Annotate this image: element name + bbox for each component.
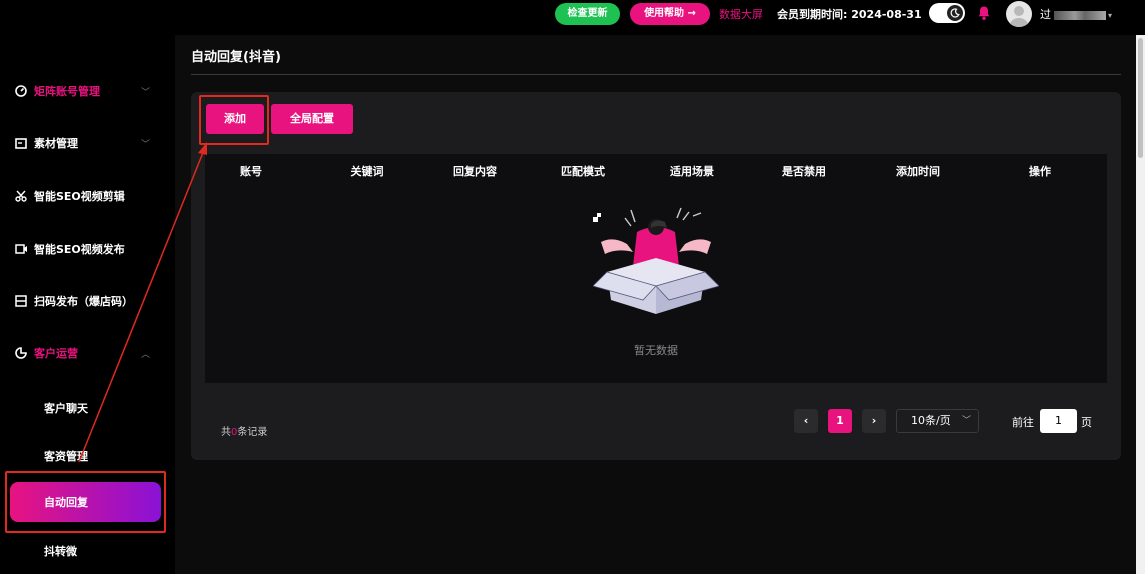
top-bar: 检查更新 使用帮助 → 数据大屏 会员到期时间: 2024-08-31 过 ▾ (0, 0, 1145, 30)
chevron-down-icon: ﹀ (141, 87, 151, 98)
chevron-up-icon: ︿ (141, 349, 151, 360)
folder-icon (14, 136, 28, 150)
global-config-button[interactable]: 全局配置 (271, 104, 353, 134)
total-records: 共0条记录 (221, 423, 267, 438)
sidebar-item-label: 扫码发布（爆店码） (34, 295, 133, 308)
next-page-button[interactable]: › (862, 409, 886, 433)
sidebar-item-label: 智能SEO视频发布 (34, 243, 125, 256)
scissors-icon (14, 189, 28, 203)
sidebar-item-label: 客户运营 (34, 347, 78, 360)
goto-page-input[interactable]: 1 (1040, 409, 1077, 433)
annotation-box-add (199, 95, 269, 145)
empty-box-illustration (593, 207, 719, 314)
theme-toggle[interactable] (929, 3, 965, 23)
empty-state-text: 暂无数据 (634, 344, 678, 357)
data-dashboard-link[interactable]: 数据大屏 (719, 6, 763, 22)
sidebar-item-seo-publish[interactable]: 智能SEO视频发布 (0, 234, 174, 264)
column-header[interactable]: 关键词 (351, 163, 384, 179)
app-root: 检查更新 使用帮助 → 数据大屏 会员到期时间: 2024-08-31 过▾ (0, 0, 1145, 574)
sidebar-item-label: 矩阵账号管理 (34, 85, 100, 98)
sidebar-item-matrix-accounts[interactable]: 矩阵账号管理 ﹀ (0, 76, 174, 106)
scrollbar-thumb[interactable] (1138, 38, 1143, 158)
page-size-select[interactable]: 10条/页 ﹀ (896, 409, 979, 433)
column-header[interactable]: 回复内容 (453, 163, 497, 179)
expiry-label: 会员到期时间: (777, 8, 848, 21)
total-prefix: 共 (221, 427, 231, 438)
column-header[interactable]: 是否禁用 (782, 163, 826, 179)
sidebar-item-label: 素材管理 (34, 137, 78, 150)
total-suffix: 条记录 (237, 427, 268, 438)
auto-reply-card: 添加 全局配置 账号 关键词 回复内容 匹配模式 适用场景 是否禁用 添加时间 … (191, 92, 1121, 460)
avatar[interactable] (1006, 1, 1032, 27)
sidebar-item-materials[interactable]: 素材管理 ﹀ (0, 128, 174, 158)
username-initial: 过 (1040, 8, 1051, 21)
pie-icon (14, 346, 28, 360)
qrcode-icon (14, 294, 28, 308)
divider (191, 74, 1121, 75)
chevron-right-icon: › (871, 414, 877, 427)
auto-reply-table: 账号 关键词 回复内容 匹配模式 适用场景 是否禁用 添加时间 操作 暂无数据 (205, 154, 1107, 383)
annotation-box-sidebar (5, 471, 166, 533)
help-button[interactable]: 使用帮助 → (630, 3, 710, 25)
membership-expiry: 会员到期时间: 2024-08-31 (777, 6, 922, 22)
username-menu[interactable]: 过 ▾ (1040, 6, 1112, 22)
sidebar-item-qr-publish[interactable]: 扫码发布（爆店码） (0, 286, 174, 316)
page-number-button[interactable]: 1 (828, 409, 852, 433)
main-content: 自动回复(抖音) 添加 全局配置 账号 关键词 回复内容 匹配模式 适用场景 是… (175, 35, 1145, 574)
video-icon (14, 242, 28, 256)
sidebar-subitem-douyin-to-wechat[interactable]: 抖转微 (44, 543, 77, 559)
check-update-button[interactable]: 检查更新 (555, 3, 620, 25)
bell-icon[interactable] (977, 5, 991, 21)
sidebar-item-customer-ops[interactable]: 客户运营 ︿ (0, 338, 174, 368)
column-header[interactable]: 账号 (240, 163, 262, 179)
prev-page-button[interactable]: ‹ (794, 409, 818, 433)
column-header[interactable]: 操作 (1029, 163, 1051, 179)
goto-label: 前往 (1012, 416, 1034, 429)
page-title: 自动回复(抖音) (191, 50, 281, 65)
sidebar-subitem-leads[interactable]: 客资管理 (44, 448, 88, 464)
goto-unit: 页 (1081, 416, 1092, 429)
column-header[interactable]: 添加时间 (896, 163, 940, 179)
sidebar-item-label: 智能SEO视频剪辑 (34, 190, 125, 203)
dashboard-icon (14, 84, 28, 98)
sidebar-subitem-customer-chat[interactable]: 客户聊天 (44, 400, 88, 416)
column-header[interactable]: 匹配模式 (561, 163, 605, 179)
sidebar-item-seo-edit[interactable]: 智能SEO视频剪辑 (0, 181, 174, 211)
chevron-down-icon: ﹀ (141, 139, 151, 150)
page-size-value: 10条/页 (911, 414, 951, 427)
expiry-date: 2024-08-31 (851, 8, 922, 21)
column-header[interactable]: 适用场景 (670, 163, 714, 179)
moon-icon (947, 5, 963, 21)
chevron-down-icon: ▾ (1108, 11, 1113, 20)
username-redacted (1054, 10, 1106, 20)
chevron-left-icon: ‹ (803, 414, 809, 427)
chevron-down-icon: ﹀ (961, 416, 971, 426)
